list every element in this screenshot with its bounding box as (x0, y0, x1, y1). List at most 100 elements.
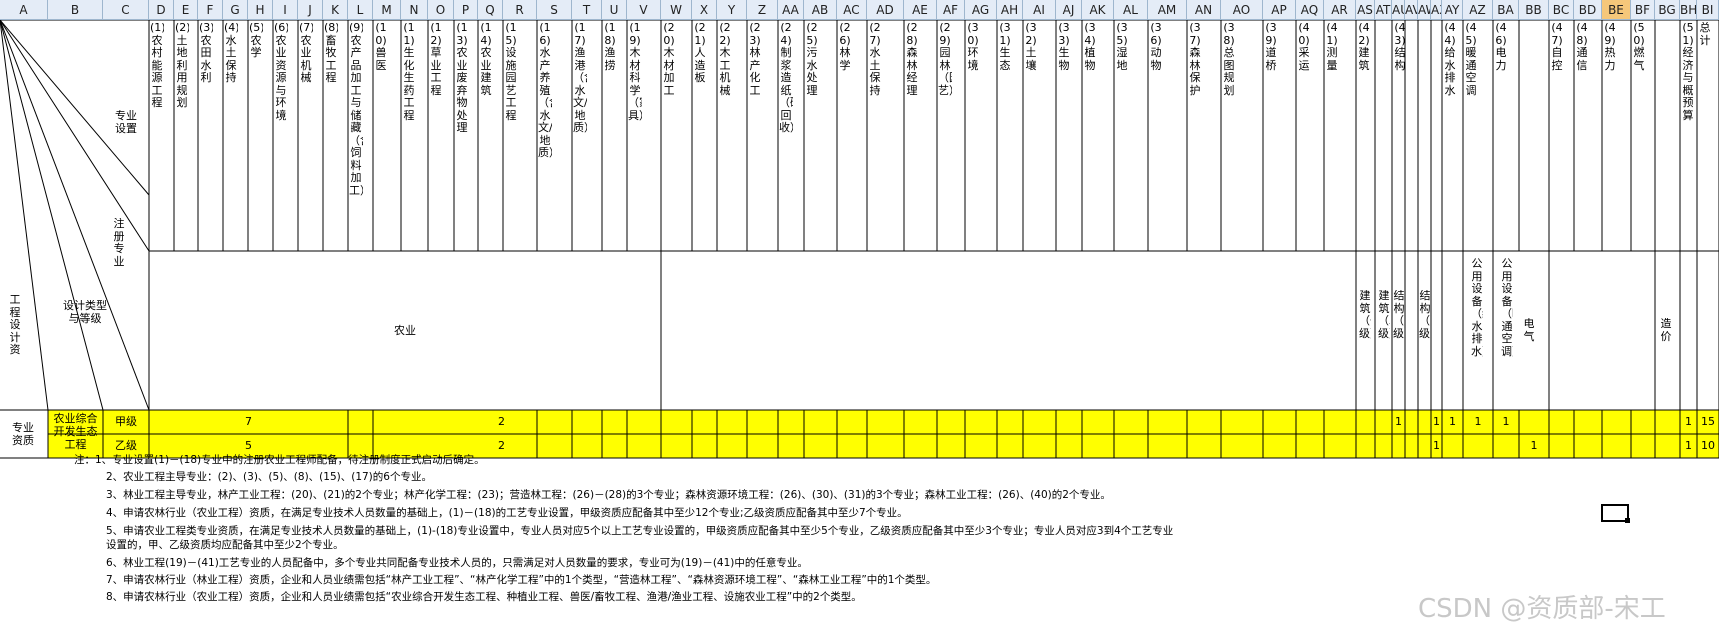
column-header-ao[interactable]: AO (1221, 0, 1263, 20)
column-header-k[interactable]: K (323, 0, 348, 20)
column-header-aq[interactable]: AQ (1296, 0, 1324, 20)
column-header-be[interactable]: BE (1602, 0, 1631, 20)
column-header-bb[interactable]: BB (1519, 0, 1549, 20)
specialty-header: (31)生态 (999, 22, 1011, 72)
column-header-ay[interactable]: AY (1442, 0, 1463, 20)
specialty-header: (3)农田水利 (199, 22, 213, 84)
column-header-ai[interactable]: AI (1023, 0, 1056, 20)
column-header-r[interactable]: R (503, 0, 537, 20)
corner-registered-specialty: 注册专业 (113, 218, 125, 268)
specialty-header: (38)总图规划 (1223, 22, 1235, 97)
column-header-aa[interactable]: AA (778, 0, 804, 20)
registered-struct2: 结构（二级） (1419, 290, 1431, 340)
column-header-z[interactable]: Z (747, 0, 778, 20)
specialty-header: (26)林学 (839, 22, 851, 72)
column-header-bc[interactable]: BC (1549, 0, 1574, 20)
column-header-e[interactable]: E (174, 0, 198, 20)
column-header-o[interactable]: O (428, 0, 454, 20)
column-header-at[interactable]: AT (1375, 0, 1392, 20)
column-header-ba[interactable]: BA (1493, 0, 1519, 20)
column-header-l[interactable]: L (348, 0, 373, 20)
column-header-bi[interactable]: BI (1697, 0, 1719, 20)
column-header-c[interactable]: C (103, 0, 149, 20)
column-header-p[interactable]: P (454, 0, 478, 20)
column-header-v[interactable]: V (627, 0, 661, 20)
column-header-bg[interactable]: BG (1655, 0, 1680, 20)
grade-a-cost: 1 (1685, 415, 1692, 428)
column-header-ag[interactable]: AG (965, 0, 997, 20)
category-label: 农业综合开发生态工程 (53, 412, 98, 451)
specialty-header: (22)木工机械 (719, 22, 731, 97)
specialty-header: (44)给水排水 (1444, 22, 1456, 97)
column-header-h[interactable]: H (248, 0, 273, 20)
column-header-y[interactable]: Y (717, 0, 747, 20)
specialty-header: (51)经济与概预算 (1682, 22, 1694, 122)
column-header-ah[interactable]: AH (997, 0, 1023, 20)
column-header-f[interactable]: F (198, 0, 223, 20)
specialty-header: (40)采运 (1298, 22, 1310, 72)
column-header-d[interactable]: D (149, 0, 174, 20)
note-line: 8、申请农林行业（农业工程）资质，企业和人员业绩需包括“农业综合开发生态工程、种… (106, 591, 862, 603)
column-header-b[interactable]: B (48, 0, 103, 20)
specialty-header: (45)暖通空调 (1465, 22, 1477, 97)
grade-a-plumbing: 1 (1449, 415, 1456, 428)
registered-arch2: 建筑（二级） (1378, 290, 1390, 340)
column-header-ae[interactable]: AE (904, 0, 937, 20)
column-header-ak[interactable]: AK (1082, 0, 1114, 20)
column-header-ax[interactable]: AX (1431, 0, 1442, 20)
column-header-bh[interactable]: BH (1680, 0, 1697, 20)
column-header-x[interactable]: X (692, 0, 717, 20)
column-header-am[interactable]: AM (1148, 0, 1187, 20)
column-header-ab[interactable]: AB (804, 0, 837, 20)
specialty-header: (19)木材科学（家具） (628, 22, 642, 122)
grade-a-total: 15 (1701, 415, 1715, 428)
column-header-bf[interactable]: BF (1631, 0, 1655, 20)
column-header-w[interactable]: W (661, 0, 692, 20)
column-header-aj[interactable]: AJ (1056, 0, 1082, 20)
column-header-t[interactable]: T (572, 0, 602, 20)
column-header-g[interactable]: G (223, 0, 248, 20)
column-header-n[interactable]: N (401, 0, 428, 20)
grade-b-cost: 1 (1685, 439, 1692, 452)
column-header-q[interactable]: Q (478, 0, 503, 20)
registered-agriculture: 农业 (394, 324, 416, 337)
column-header-az[interactable]: AZ (1463, 0, 1493, 20)
specialty-header: (15)设施园艺工程 (505, 22, 517, 122)
column-header-bd[interactable]: BD (1574, 0, 1602, 20)
column-header-al[interactable]: AL (1114, 0, 1148, 20)
column-header-ar[interactable]: AR (1324, 0, 1356, 20)
column-header-aw[interactable]: AW (1418, 0, 1431, 20)
column-header-af[interactable]: AF (937, 0, 965, 20)
specialty-header: (5)农学 (249, 22, 263, 59)
specialty-header: (39)道桥 (1265, 22, 1277, 72)
note-line: 6、林业工程(19)－(41)工艺专业的人员配备中，多个专业共同配备专业技术人员… (106, 557, 808, 569)
column-header-ap[interactable]: AP (1263, 0, 1296, 20)
corner-engineering-qualification: 工程设计资 (9, 294, 21, 356)
registered-struct1: 结构（一级） (1393, 290, 1405, 340)
column-header-ad[interactable]: AD (867, 0, 904, 20)
specialty-header: (13)农业废弃物处理 (456, 22, 468, 134)
grade-b-struct: 1 (1433, 439, 1440, 452)
grade-a-hvac: 1 (1474, 415, 1482, 428)
column-header-u[interactable]: U (602, 0, 627, 20)
grade-a-label: 甲级 (115, 415, 137, 428)
specialty-header: (6)农业资源与环境 (274, 22, 288, 122)
column-header-as[interactable]: AS (1356, 0, 1375, 20)
specialty-header: (18)渔捞 (604, 22, 616, 72)
specialty-header: (11)生化生药工程 (403, 22, 415, 122)
specialty-header: (49)热力 (1604, 22, 1616, 72)
specialty-header: (10)兽医 (375, 22, 387, 72)
column-header-m[interactable]: M (373, 0, 401, 20)
diagonal-line (0, 20, 150, 196)
fill-handle[interactable] (1625, 518, 1630, 523)
spreadsheet: A B C D E F G H I J K L M N O P Q R S T U V W X Y Z AA AB AC AD AE AF AG… (0, 0, 1719, 633)
note-line: 3、林业工程主导专业，林产工业工程：(20)、(21)的2个专业；林产化学工程：… (106, 489, 1111, 501)
column-header-j[interactable]: J (298, 0, 323, 20)
column-header-a[interactable]: A (0, 0, 48, 20)
column-header-au[interactable]: AU (1392, 0, 1405, 20)
column-header-an[interactable]: AN (1187, 0, 1221, 20)
column-header-i[interactable]: I (273, 0, 298, 20)
column-header-s[interactable]: S (537, 0, 572, 20)
column-header-ac[interactable]: AC (837, 0, 867, 20)
column-header-av[interactable]: AV (1405, 0, 1418, 20)
